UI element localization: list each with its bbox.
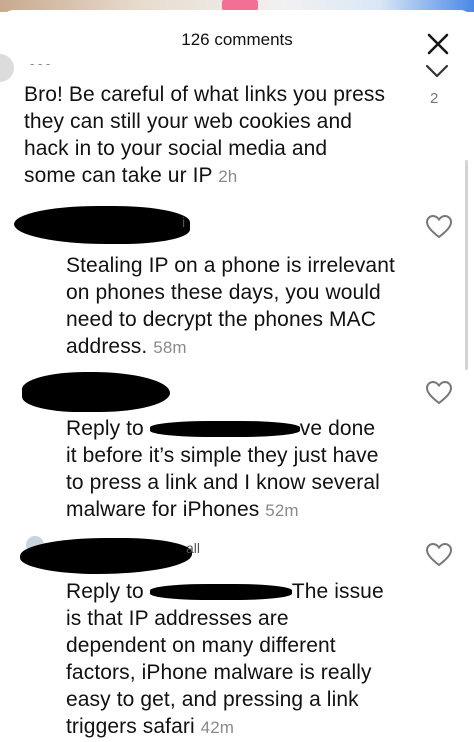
comment-timestamp: 58m bbox=[153, 338, 187, 357]
close-button[interactable] bbox=[424, 30, 452, 58]
scrollbar-thumb[interactable] bbox=[465, 160, 468, 370]
comment-text: Stealing IP on a phone is irrelevant on … bbox=[66, 252, 395, 361]
comment-line-tail: ve done bbox=[299, 417, 376, 440]
comment-line: need to decrypt the phones MAC bbox=[66, 308, 377, 331]
like-count: 2 bbox=[430, 90, 439, 107]
comment-timestamp: 42m bbox=[200, 718, 235, 737]
comment-line: hack in to your social media and bbox=[24, 137, 328, 160]
reply-prefix: Reply to bbox=[66, 417, 144, 440]
comment-line-last: triggers safari 42m bbox=[66, 713, 384, 741]
comment-line: it before it’s simple they just have bbox=[66, 444, 379, 467]
comment-line-last: malware for iPhones 52m bbox=[66, 496, 380, 524]
comments-count-title: 126 comments bbox=[181, 30, 293, 49]
video-background-pink-element bbox=[222, 0, 258, 10]
comment-line-tail: The issue bbox=[291, 580, 384, 603]
redacted-reply-target bbox=[149, 421, 300, 438]
comment-line: Bro! Be careful of what links you press bbox=[24, 83, 386, 106]
comment-line-first: Reply to ve done bbox=[66, 415, 380, 442]
comment-line-last: address. 58m bbox=[66, 333, 395, 361]
commenter-name-partial: - - - bbox=[30, 56, 51, 71]
close-icon bbox=[427, 33, 449, 55]
like-button[interactable] bbox=[424, 212, 454, 242]
comment-timestamp: 2h bbox=[218, 167, 238, 186]
collapse-button[interactable] bbox=[424, 62, 450, 85]
comment-line: triggers safari bbox=[66, 715, 195, 738]
redacted-commenter-name bbox=[22, 372, 170, 412]
comment-line-last: some can take ur IP 2h bbox=[24, 162, 385, 190]
like-button[interactable] bbox=[424, 540, 454, 570]
heart-outline-icon bbox=[425, 214, 453, 239]
comment-text: Reply to ve done it before it’s simple t… bbox=[66, 415, 380, 524]
comment-timestamp: 52m bbox=[265, 501, 299, 520]
redacted-commenter-name bbox=[14, 206, 190, 244]
comment-line: Stealing IP on a phone is irrelevant bbox=[66, 254, 395, 277]
redacted-reply-target bbox=[149, 584, 292, 601]
like-button[interactable] bbox=[424, 378, 454, 408]
heart-outline-icon bbox=[425, 380, 453, 405]
comment-line: malware for iPhones bbox=[66, 498, 260, 521]
comment-line: is that IP addresses are bbox=[66, 607, 289, 630]
comment-line-first: Reply to The issue bbox=[66, 578, 384, 605]
avatar bbox=[0, 54, 14, 82]
commenter-name-partial: all bbox=[186, 540, 201, 556]
comment-line: factors, iPhone malware is really bbox=[66, 661, 372, 684]
comment-text: Bro! Be careful of what links you press … bbox=[24, 81, 385, 190]
comments-sheet: 126 comments - - - 2 Bro! Be careful of … bbox=[0, 10, 474, 742]
comments-screen: 126 comments - - - 2 Bro! Be careful of … bbox=[0, 0, 474, 742]
reply-prefix: Reply to bbox=[66, 580, 144, 603]
heart-outline-icon bbox=[425, 542, 453, 567]
comment-line: some can take ur IP bbox=[24, 164, 213, 187]
comment-text: Reply to The issue is that IP addresses … bbox=[66, 578, 384, 741]
comment-line: easy to get, and pressing a link bbox=[66, 688, 359, 711]
chevron-down-icon bbox=[425, 64, 449, 78]
commenter-name-partial: i bbox=[182, 214, 186, 230]
redacted-commenter-name bbox=[20, 538, 192, 574]
comment-line: dependent on many different bbox=[66, 634, 336, 657]
comment-line: on phones these days, you would bbox=[66, 281, 381, 304]
comment-line: they can still your web cookies and bbox=[24, 110, 353, 133]
comment-line: address. bbox=[66, 335, 148, 358]
comment-line: to press a link and I know several bbox=[66, 471, 380, 494]
